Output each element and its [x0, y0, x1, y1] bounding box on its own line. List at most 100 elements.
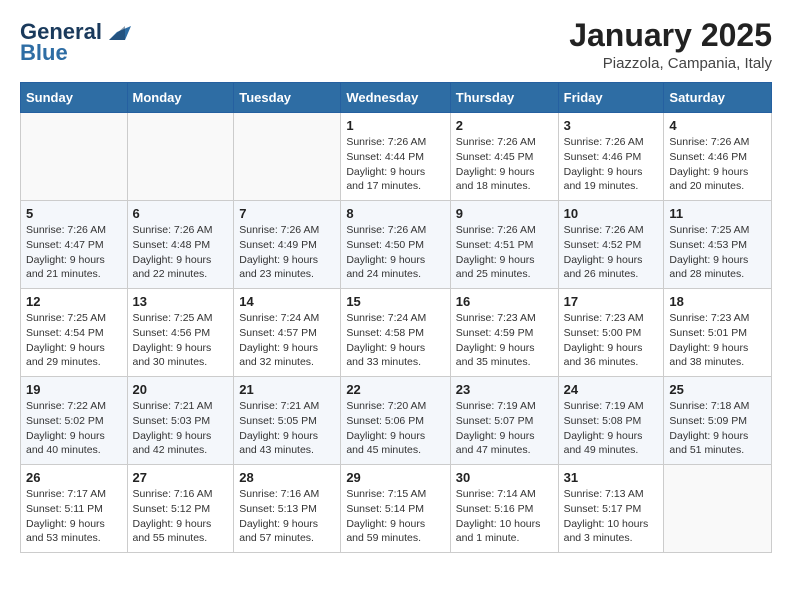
day-cell: 7 Sunrise: 7:26 AM Sunset: 4:49 PM Daylig…: [234, 201, 341, 289]
day-number: 21: [239, 382, 335, 397]
day-number: 4: [669, 118, 766, 133]
day-info: Sunrise: 7:24 AM Sunset: 4:58 PM Dayligh…: [346, 311, 444, 370]
day-number: 17: [564, 294, 659, 309]
day-info: Sunrise: 7:21 AM Sunset: 5:03 PM Dayligh…: [133, 399, 229, 458]
day-cell: 3 Sunrise: 7:26 AM Sunset: 4:46 PM Daylig…: [558, 113, 664, 201]
day-info: Sunrise: 7:22 AM Sunset: 5:02 PM Dayligh…: [26, 399, 122, 458]
day-info: Sunrise: 7:26 AM Sunset: 4:52 PM Dayligh…: [564, 223, 659, 282]
day-info: Sunrise: 7:23 AM Sunset: 5:01 PM Dayligh…: [669, 311, 766, 370]
day-info: Sunrise: 7:17 AM Sunset: 5:11 PM Dayligh…: [26, 487, 122, 546]
day-cell: 13Sunrise: 7:25 AM Sunset: 4:56 PM Dayli…: [127, 289, 234, 377]
day-cell: 6 Sunrise: 7:26 AM Sunset: 4:48 PM Daylig…: [127, 201, 234, 289]
day-number: 5: [26, 206, 122, 221]
day-number: 25: [669, 382, 766, 397]
logo: General Blue: [20, 18, 131, 64]
day-info: Sunrise: 7:19 AM Sunset: 5:08 PM Dayligh…: [564, 399, 659, 458]
day-cell: 5Sunrise: 7:26 AM Sunset: 4:47 PM Daylig…: [21, 201, 128, 289]
day-cell: 17 Sunrise: 7:23 AM Sunset: 5:00 PM Dayli…: [558, 289, 664, 377]
day-number: 10: [564, 206, 659, 221]
day-number: 30: [456, 470, 553, 485]
day-info: Sunrise: 7:26 AM Sunset: 4:46 PM Dayligh…: [564, 135, 659, 194]
day-info: Sunrise: 7:26 AM Sunset: 4:50 PM Dayligh…: [346, 223, 444, 282]
day-info: Sunrise: 7:21 AM Sunset: 5:05 PM Dayligh…: [239, 399, 335, 458]
day-number: 6: [133, 206, 229, 221]
header-wednesday: Wednesday: [341, 83, 450, 113]
day-cell: 18Sunrise: 7:23 AM Sunset: 5:01 PM Dayli…: [664, 289, 772, 377]
header-monday: Monday: [127, 83, 234, 113]
day-cell: 28Sunrise: 7:16 AM Sunset: 5:13 PM Dayli…: [234, 465, 341, 553]
day-cell: 11Sunrise: 7:25 AM Sunset: 4:53 PM Dayli…: [664, 201, 772, 289]
header-saturday: Saturday: [664, 83, 772, 113]
day-number: 14: [239, 294, 335, 309]
day-cell: 25 Sunrise: 7:18 AM Sunset: 5:09 PM Dayli…: [664, 377, 772, 465]
day-info: Sunrise: 7:24 AM Sunset: 4:57 PM Dayligh…: [239, 311, 335, 370]
location-subtitle: Piazzola, Campania, Italy: [569, 55, 772, 72]
day-number: 8: [346, 206, 444, 221]
day-number: 2: [456, 118, 553, 133]
day-cell: 1 Sunrise: 7:26 AM Sunset: 4:44 PM Daylig…: [341, 113, 450, 201]
day-info: Sunrise: 7:23 AM Sunset: 4:59 PM Dayligh…: [456, 311, 553, 370]
day-cell: 16 Sunrise: 7:23 AM Sunset: 4:59 PM Dayli…: [450, 289, 558, 377]
day-cell: 10 Sunrise: 7:26 AM Sunset: 4:52 PM Dayli…: [558, 201, 664, 289]
day-number: 23: [456, 382, 553, 397]
day-info: Sunrise: 7:26 AM Sunset: 4:48 PM Dayligh…: [133, 223, 229, 282]
day-info: Sunrise: 7:25 AM Sunset: 4:56 PM Dayligh…: [133, 311, 229, 370]
logo-icon: [103, 18, 131, 46]
day-info: Sunrise: 7:14 AM Sunset: 5:16 PM Dayligh…: [456, 487, 553, 546]
day-info: Sunrise: 7:26 AM Sunset: 4:45 PM Dayligh…: [456, 135, 553, 194]
day-cell: 19 Sunrise: 7:22 AM Sunset: 5:02 PM Dayli…: [21, 377, 128, 465]
header-friday: Friday: [558, 83, 664, 113]
day-cell: 2 Sunrise: 7:26 AM Sunset: 4:45 PM Daylig…: [450, 113, 558, 201]
day-info: Sunrise: 7:26 AM Sunset: 4:49 PM Dayligh…: [239, 223, 335, 282]
day-number: 24: [564, 382, 659, 397]
day-cell: 15Sunrise: 7:24 AM Sunset: 4:58 PM Dayli…: [341, 289, 450, 377]
day-cell: 23 Sunrise: 7:19 AM Sunset: 5:07 PM Dayli…: [450, 377, 558, 465]
day-cell: 4 Sunrise: 7:26 AM Sunset: 4:46 PM Daylig…: [664, 113, 772, 201]
page-title: January 2025: [569, 18, 772, 53]
day-number: 9: [456, 206, 553, 221]
header: General Blue January 2025 Piazzola, Camp…: [20, 18, 772, 72]
day-info: Sunrise: 7:25 AM Sunset: 4:54 PM Dayligh…: [26, 311, 122, 370]
page: General Blue January 2025 Piazzola, Camp…: [0, 0, 792, 571]
day-info: Sunrise: 7:26 AM Sunset: 4:44 PM Dayligh…: [346, 135, 444, 194]
day-number: 27: [133, 470, 229, 485]
day-cell: 14 Sunrise: 7:24 AM Sunset: 4:57 PM Dayli…: [234, 289, 341, 377]
day-info: Sunrise: 7:18 AM Sunset: 5:09 PM Dayligh…: [669, 399, 766, 458]
day-number: 12: [26, 294, 122, 309]
week-row-5: 26 Sunrise: 7:17 AM Sunset: 5:11 PM Dayli…: [21, 465, 772, 553]
day-number: 20: [133, 382, 229, 397]
day-info: Sunrise: 7:19 AM Sunset: 5:07 PM Dayligh…: [456, 399, 553, 458]
day-number: 31: [564, 470, 659, 485]
day-cell: 31 Sunrise: 7:13 AM Sunset: 5:17 PM Dayli…: [558, 465, 664, 553]
day-info: Sunrise: 7:23 AM Sunset: 5:00 PM Dayligh…: [564, 311, 659, 370]
day-cell: 27Sunrise: 7:16 AM Sunset: 5:12 PM Dayli…: [127, 465, 234, 553]
day-number: 3: [564, 118, 659, 133]
logo-blue: Blue: [20, 42, 68, 64]
day-number: 7: [239, 206, 335, 221]
day-cell: 12 Sunrise: 7:25 AM Sunset: 4:54 PM Dayli…: [21, 289, 128, 377]
day-cell: 21 Sunrise: 7:21 AM Sunset: 5:05 PM Dayli…: [234, 377, 341, 465]
day-info: Sunrise: 7:15 AM Sunset: 5:14 PM Dayligh…: [346, 487, 444, 546]
day-info: Sunrise: 7:25 AM Sunset: 4:53 PM Dayligh…: [669, 223, 766, 282]
day-number: 16: [456, 294, 553, 309]
week-row-4: 19 Sunrise: 7:22 AM Sunset: 5:02 PM Dayli…: [21, 377, 772, 465]
day-cell: 8 Sunrise: 7:26 AM Sunset: 4:50 PM Daylig…: [341, 201, 450, 289]
day-cell: 20 Sunrise: 7:21 AM Sunset: 5:03 PM Dayli…: [127, 377, 234, 465]
day-info: Sunrise: 7:13 AM Sunset: 5:17 PM Dayligh…: [564, 487, 659, 546]
day-cell: [127, 113, 234, 201]
day-cell: 30 Sunrise: 7:14 AM Sunset: 5:16 PM Dayli…: [450, 465, 558, 553]
day-cell: 24 Sunrise: 7:19 AM Sunset: 5:08 PM Dayli…: [558, 377, 664, 465]
day-number: 26: [26, 470, 122, 485]
day-cell: [664, 465, 772, 553]
day-info: Sunrise: 7:26 AM Sunset: 4:46 PM Dayligh…: [669, 135, 766, 194]
day-number: 1: [346, 118, 444, 133]
day-cell: [21, 113, 128, 201]
day-cell: [234, 113, 341, 201]
week-row-2: 5Sunrise: 7:26 AM Sunset: 4:47 PM Daylig…: [21, 201, 772, 289]
day-cell: 9Sunrise: 7:26 AM Sunset: 4:51 PM Daylig…: [450, 201, 558, 289]
week-row-1: 1 Sunrise: 7:26 AM Sunset: 4:44 PM Daylig…: [21, 113, 772, 201]
day-number: 29: [346, 470, 444, 485]
day-number: 19: [26, 382, 122, 397]
weekday-header-row: Sunday Monday Tuesday Wednesday Thursday…: [21, 83, 772, 113]
calendar-table: Sunday Monday Tuesday Wednesday Thursday…: [20, 82, 772, 553]
